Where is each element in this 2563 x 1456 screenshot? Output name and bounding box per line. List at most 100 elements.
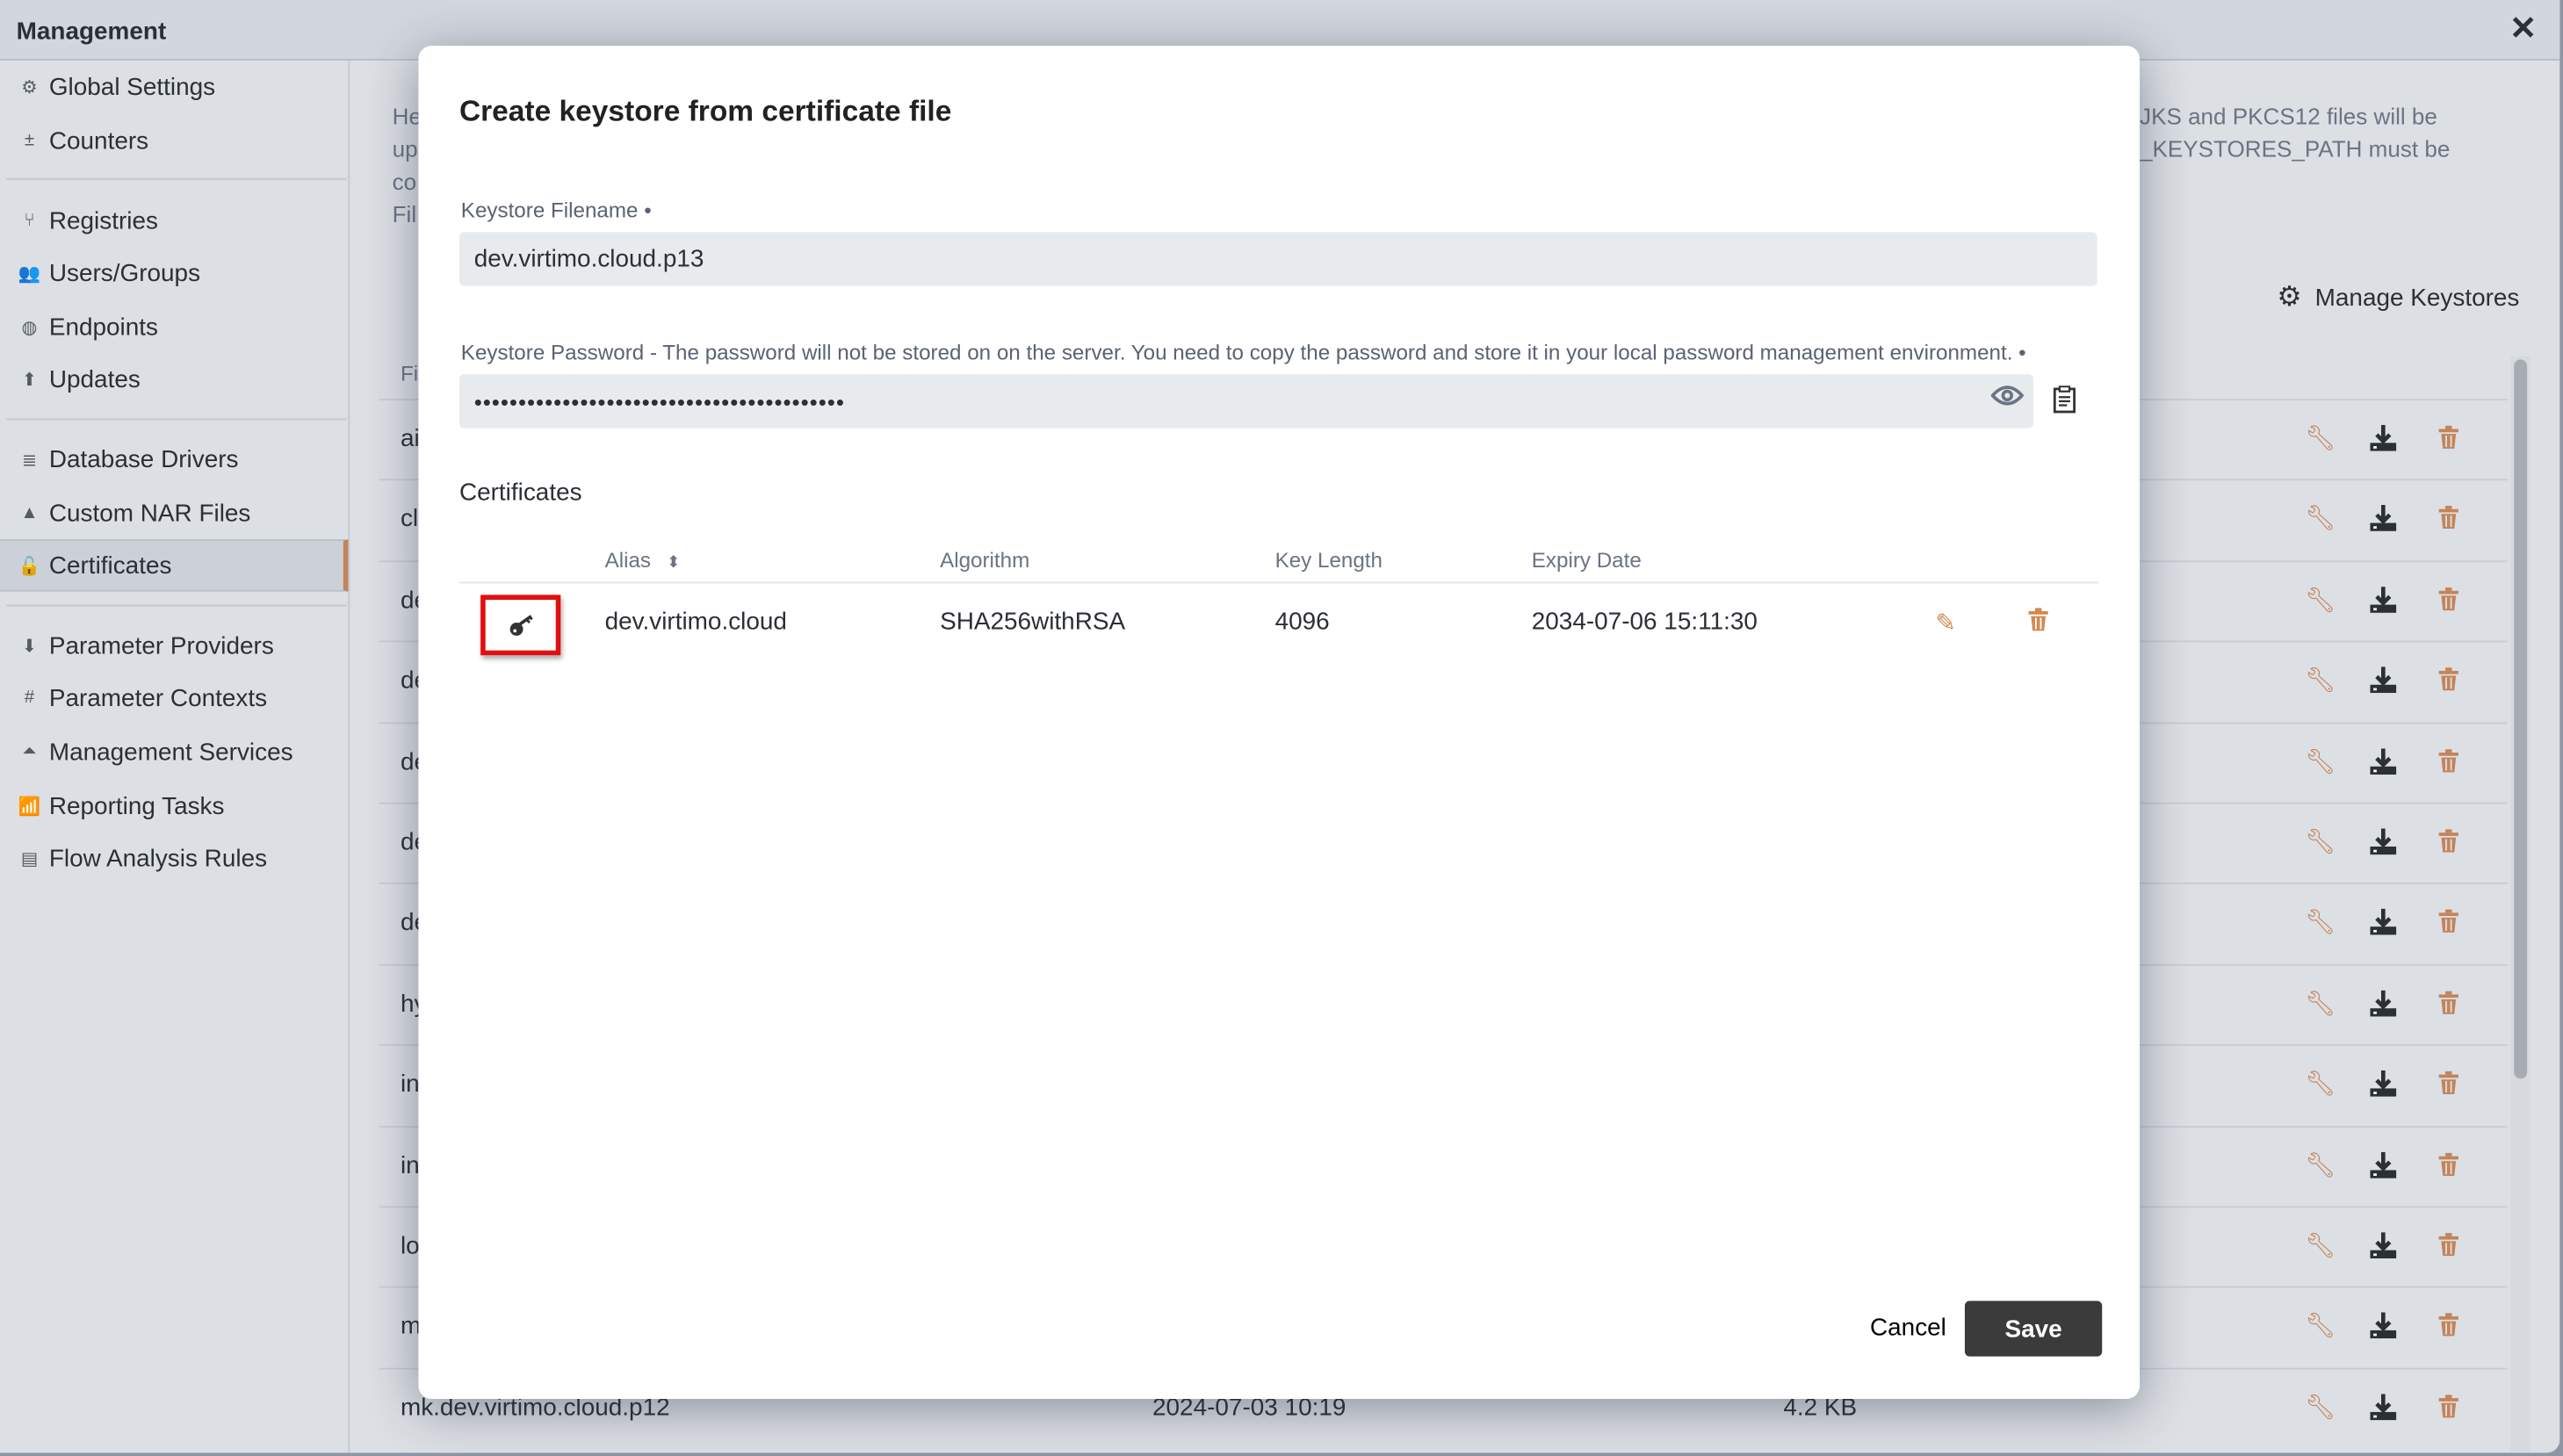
wrench-icon[interactable]: 🔧︎: [2305, 666, 2336, 696]
sidebar-item-parameter-providers[interactable]: ⬇ Parameter Providers: [0, 619, 348, 672]
description-line: _KEYSTORES_PATH must be: [2140, 135, 2451, 162]
gear-icon: ⚙: [2277, 281, 2302, 313]
wrench-icon[interactable]: 🔧︎: [2305, 1392, 2336, 1422]
unlock-icon: 🔓: [18, 556, 41, 577]
download-icon[interactable]: [2370, 1313, 2397, 1345]
sort-icon: ⬍: [666, 553, 681, 573]
trash-icon[interactable]: [2438, 1151, 2458, 1182]
scrollbar[interactable]: [2510, 356, 2531, 1452]
download-icon[interactable]: [2370, 990, 2397, 1022]
wrench-icon[interactable]: 🔧︎: [2305, 989, 2336, 1018]
description-line: co: [392, 168, 417, 195]
sidebar-item-label: Management Services: [48, 738, 293, 766]
create-keystore-dialog: Create keystore from certificate file Ke…: [418, 46, 2141, 1400]
wrench-icon[interactable]: 🔧︎: [2305, 423, 2336, 453]
download-icon[interactable]: [2370, 1394, 2397, 1426]
download-icon[interactable]: [2370, 828, 2397, 861]
sidebar-item-registries[interactable]: ⑂ Registries: [0, 194, 348, 247]
trash-icon[interactable]: [2438, 1313, 2458, 1344]
background-description-left: He up co Fil: [393, 100, 422, 231]
divider: [458, 581, 2099, 584]
cert-algorithm: SHA256withRSA: [940, 608, 1126, 636]
sidebar-item-custom-nar-files[interactable]: ▲ Custom NAR Files: [0, 487, 348, 540]
globe-icon: ◍: [21, 317, 38, 338]
key-icon-button[interactable]: [480, 595, 561, 656]
wrench-icon[interactable]: 🔧︎: [2305, 827, 2336, 857]
password-label: Keystore Password - The password will no…: [460, 340, 2026, 365]
window-title: Management: [16, 18, 167, 47]
wrench-icon[interactable]: 🔧︎: [2305, 1069, 2336, 1099]
trash-icon[interactable]: [2028, 608, 2048, 637]
sidebar-item-certificates[interactable]: 🔓 Certificates: [0, 539, 349, 592]
sidebar-item-label: Updates: [48, 364, 141, 393]
keystore-filename-input[interactable]: dev.virtimo.cloud.p13: [458, 232, 2097, 286]
edit-pencil-icon[interactable]: ✎: [1935, 608, 1955, 638]
download-icon[interactable]: [2370, 1232, 2397, 1265]
cancel-button[interactable]: Cancel: [1870, 1314, 1946, 1342]
wrench-icon[interactable]: 🔧︎: [2305, 504, 2336, 534]
trash-icon[interactable]: [2438, 748, 2458, 779]
certificates-heading: Certificates: [458, 479, 582, 507]
wrench-icon[interactable]: 🔧︎: [2305, 1150, 2336, 1179]
wrench-icon[interactable]: 🔧︎: [2305, 908, 2336, 937]
download-icon[interactable]: [2370, 424, 2397, 458]
download-circle-icon: ⬇: [21, 636, 38, 657]
trash-icon[interactable]: [2438, 909, 2458, 940]
save-button[interactable]: Save: [1964, 1301, 2103, 1357]
wrench-icon[interactable]: 🔧︎: [2305, 585, 2336, 615]
sidebar-item-endpoints[interactable]: ◍ Endpoints: [0, 300, 348, 353]
column-label: Alias: [604, 547, 652, 573]
chart-icon: 📶: [18, 796, 41, 817]
wrench-icon[interactable]: 🔧︎: [2305, 1311, 2336, 1341]
close-icon[interactable]: ✕: [2509, 8, 2537, 49]
download-icon[interactable]: [2370, 586, 2397, 619]
background-description-right: JKS and PKCS12 files will be _KEYSTORES_P…: [2140, 100, 2450, 165]
clipboard-icon[interactable]: [2053, 386, 2076, 414]
download-icon[interactable]: [2370, 1151, 2397, 1184]
file-name: cl: [400, 505, 419, 534]
trash-icon[interactable]: [2438, 667, 2458, 698]
sidebar-item-label: Global Settings: [48, 72, 216, 101]
download-icon[interactable]: [2370, 667, 2397, 700]
sidebar-item-label: Counters: [48, 126, 149, 155]
sidebar-item-label: Parameter Providers: [48, 631, 274, 660]
sidebar-item-parameter-contexts[interactable]: # Parameter Contexts: [0, 672, 348, 724]
download-icon[interactable]: [2370, 505, 2397, 538]
sidebar-item-counters[interactable]: ± Counters: [0, 114, 348, 167]
download-icon[interactable]: [2370, 747, 2397, 781]
sidebar-item-database-drivers[interactable]: ≣ Database Drivers: [0, 433, 348, 486]
trash-icon[interactable]: [2438, 1232, 2458, 1263]
column-algorithm: Algorithm: [940, 547, 1030, 573]
trash-icon[interactable]: [2438, 425, 2458, 456]
scrollbar-thumb[interactable]: [2514, 359, 2528, 1079]
filename-label: Keystore Filename •: [460, 198, 652, 223]
background-column-header: Fi: [400, 361, 419, 386]
trash-icon[interactable]: [2438, 1070, 2458, 1101]
sidebar-item-label: Registries: [48, 206, 158, 235]
sidebar-item-global-settings[interactable]: ⚙ Global Settings: [0, 61, 348, 113]
trash-icon[interactable]: [2438, 587, 2458, 617]
sidebar-item-updates[interactable]: ⬆ Updates: [0, 353, 348, 406]
download-icon[interactable]: [2370, 909, 2397, 941]
download-icon[interactable]: [2370, 1070, 2397, 1103]
dialog-title: Create keystore from certificate file: [458, 94, 952, 128]
eye-icon[interactable]: [1990, 384, 2025, 414]
manage-keystores-button[interactable]: ⚙ Manage Keystores: [2277, 281, 2519, 314]
column-alias[interactable]: Alias ⬍: [605, 547, 681, 572]
sidebar-item-management-services[interactable]: ⏶ Management Services: [0, 725, 348, 778]
sidebar-item-users-groups[interactable]: 👥 Users/Groups: [0, 247, 348, 299]
keystore-password-input[interactable]: ••••••••••••••••••••••••••••••••••••••••…: [458, 374, 2034, 429]
cert-alias: dev.virtimo.cloud: [604, 608, 787, 636]
trash-icon[interactable]: [2438, 1394, 2458, 1424]
file-name: in: [400, 1070, 420, 1099]
counters-icon: ±: [24, 130, 35, 151]
description-line: He: [392, 103, 422, 130]
sidebar-item-reporting-tasks[interactable]: 📶 Reporting Tasks: [0, 780, 348, 833]
sidebar-item-flow-analysis-rules[interactable]: ▤ Flow Analysis Rules: [0, 832, 348, 884]
trash-icon[interactable]: [2438, 829, 2458, 860]
cert-expiry: 2034-07-06 15:11:30: [1531, 608, 1758, 636]
wrench-icon[interactable]: 🔧︎: [2305, 1230, 2336, 1260]
wrench-icon[interactable]: 🔧︎: [2305, 746, 2336, 776]
trash-icon[interactable]: [2438, 506, 2458, 537]
trash-icon[interactable]: [2438, 990, 2458, 1020]
